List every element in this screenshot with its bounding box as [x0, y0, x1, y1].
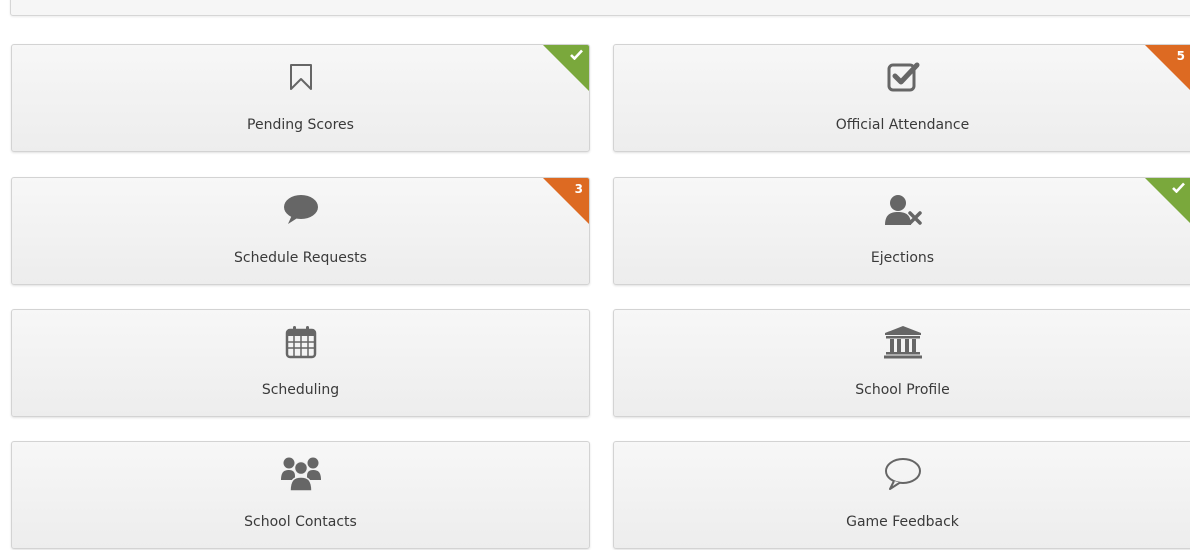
check-icon	[570, 49, 583, 60]
tile-ejections[interactable]: Ejections	[613, 177, 1190, 285]
bookmark-icon	[281, 59, 321, 95]
user-remove-icon	[883, 192, 923, 228]
check-icon	[1172, 182, 1185, 193]
speech-bubble-outline-icon	[883, 456, 923, 492]
badge-count: 5	[1176, 49, 1185, 63]
tile-label: Game Feedback	[846, 514, 959, 530]
calendar-icon	[281, 324, 321, 360]
tile-label: Schedule Requests	[234, 250, 367, 266]
top-panel	[10, 0, 1190, 16]
tile-school-profile[interactable]: School Profile	[613, 309, 1190, 417]
tile-schedule-requests[interactable]: 3 Schedule Requests	[11, 177, 590, 285]
tile-label: School Contacts	[244, 514, 357, 530]
tile-scheduling[interactable]: Scheduling	[11, 309, 590, 417]
tile-game-feedback[interactable]: Game Feedback	[613, 441, 1190, 549]
tile-pending-scores[interactable]: Pending Scores	[11, 44, 590, 152]
institution-icon	[883, 324, 923, 360]
checkbox-icon	[883, 59, 923, 95]
users-group-icon	[280, 456, 321, 492]
tile-label: Scheduling	[261, 382, 340, 398]
tile-school-contacts[interactable]: School Contacts	[11, 441, 590, 549]
tile-label: Pending Scores	[247, 117, 354, 133]
tile-label: School Profile	[855, 382, 950, 398]
speech-bubble-icon	[281, 192, 321, 228]
tile-label: Official Attendance	[835, 117, 970, 133]
tile-label: Ejections	[870, 250, 935, 266]
dashboard-page: Pending Scores 5 Official Attendance 3 S…	[0, 0, 1190, 550]
badge-count: 3	[574, 182, 583, 196]
tile-official-attendance[interactable]: 5 Official Attendance	[613, 44, 1190, 152]
